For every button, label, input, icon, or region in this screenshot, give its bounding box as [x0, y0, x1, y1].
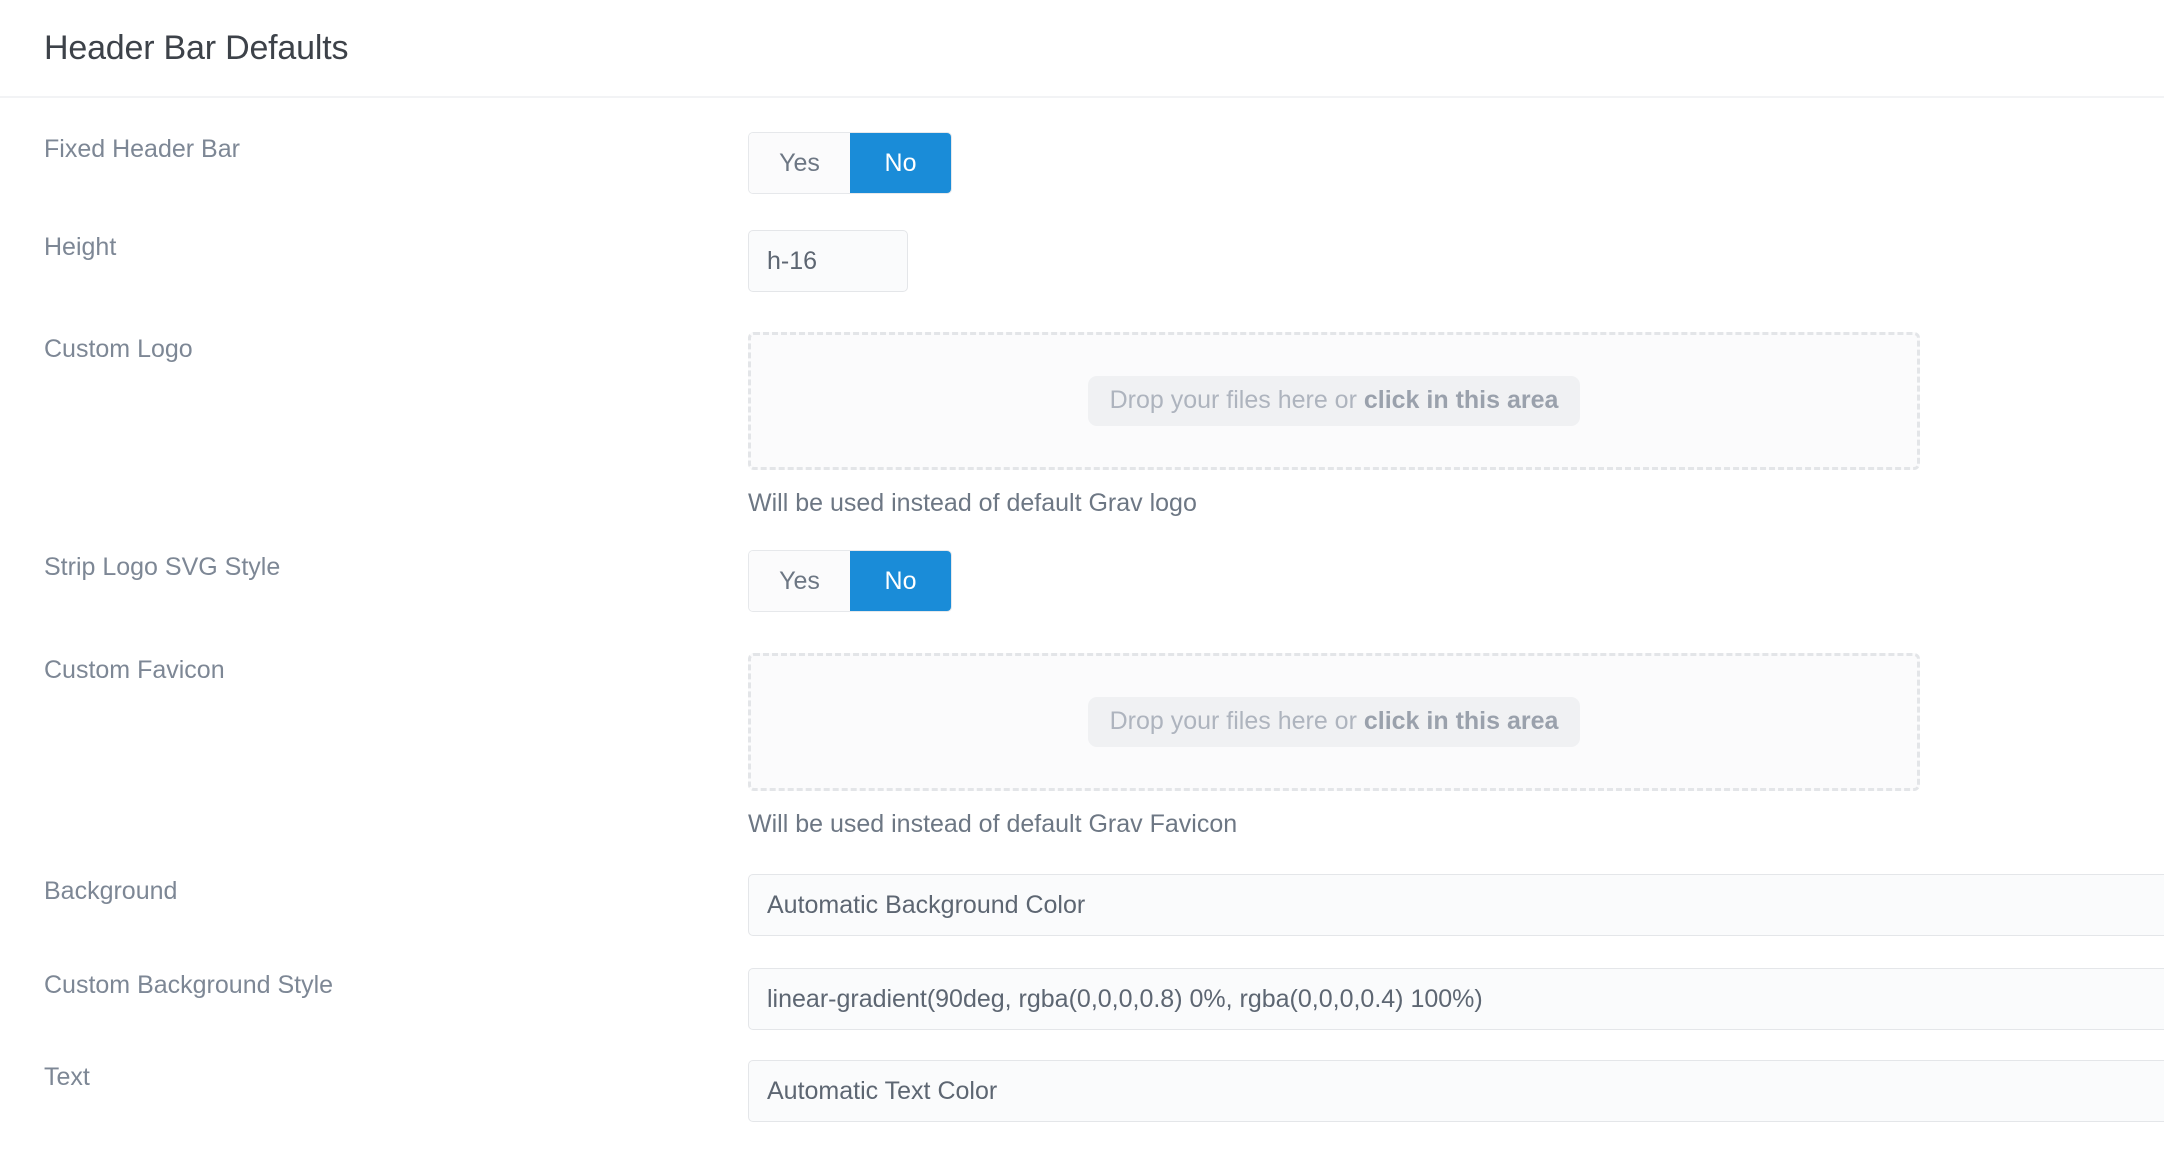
- field-control-height: [748, 230, 2116, 292]
- form-row-custom-favicon: Custom Favicon Drop your files here or c…: [0, 653, 2164, 839]
- field-label-text: Text: [44, 1063, 90, 1091]
- section-header: Header Bar Defaults: [0, 0, 2164, 98]
- form-row-text: Text Automatic Text Color: [0, 1060, 2164, 1122]
- dropzone-prompt-custom-logo: Drop your files here or click in this ar…: [1087, 376, 1581, 426]
- form-row-custom-background-style: Custom Background Style: [0, 968, 2164, 1030]
- toggle-option-no-fixed-header-bar[interactable]: No: [850, 133, 951, 193]
- field-label-custom-favicon: Custom Favicon: [44, 656, 225, 684]
- dropzone-prompt-action[interactable]: click in this area: [1364, 386, 1559, 415]
- field-control-custom-logo: Drop your files here or click in this ar…: [748, 332, 2116, 518]
- help-text-custom-logo: Will be used instead of default Grav log…: [748, 489, 1197, 517]
- dropzone-custom-favicon[interactable]: Drop your files here or click in this ar…: [748, 653, 1920, 791]
- dropzone-prompt-prefix: Drop your files here or: [1109, 707, 1364, 736]
- field-control-custom-favicon: Drop your files here or click in this ar…: [748, 653, 2116, 839]
- settings-form: Fixed Header Bar Yes No Height Custom Lo…: [0, 132, 2164, 1122]
- select-background[interactable]: Automatic Background Color: [748, 874, 2164, 936]
- field-label-height: Height: [44, 233, 117, 261]
- field-label-strip-logo-svg-style: Strip Logo SVG Style: [44, 553, 281, 581]
- form-row-fixed-header-bar: Fixed Header Bar Yes No: [0, 132, 2164, 194]
- field-label-custom-background-style: Custom Background Style: [44, 971, 334, 999]
- toggle-option-yes-strip-logo-svg-style[interactable]: Yes: [749, 551, 850, 611]
- form-row-height: Height: [0, 230, 2164, 292]
- select-value-text: Automatic Text Color: [767, 1076, 998, 1105]
- field-control-strip-logo-svg-style: Yes No: [748, 550, 2116, 612]
- page-title: Header Bar Defaults: [44, 29, 349, 67]
- toggle-option-no-strip-logo-svg-style[interactable]: No: [850, 551, 951, 611]
- field-control-fixed-header-bar: Yes No: [748, 132, 2116, 194]
- field-control-text: Automatic Text Color: [748, 1060, 2164, 1122]
- field-label-fixed-header-bar: Fixed Header Bar: [44, 135, 240, 163]
- toggle-fixed-header-bar[interactable]: Yes No: [748, 132, 952, 194]
- field-control-background: Automatic Background Color: [748, 874, 2164, 936]
- select-text[interactable]: Automatic Text Color: [748, 1060, 2164, 1122]
- form-row-strip-logo-svg-style: Strip Logo SVG Style Yes No: [0, 550, 2164, 612]
- form-row-custom-logo: Custom Logo Drop your files here or clic…: [0, 332, 2164, 518]
- toggle-strip-logo-svg-style[interactable]: Yes No: [748, 550, 952, 612]
- dropzone-custom-logo[interactable]: Drop your files here or click in this ar…: [748, 332, 1920, 470]
- help-text-custom-favicon: Will be used instead of default Grav Fav…: [748, 810, 1238, 838]
- select-wrap-background: Automatic Background Color: [748, 874, 2164, 936]
- select-wrap-text: Automatic Text Color: [748, 1060, 2164, 1122]
- field-label-custom-logo: Custom Logo: [44, 335, 193, 363]
- field-label-background: Background: [44, 877, 178, 905]
- select-value-background: Automatic Background Color: [767, 890, 1086, 919]
- dropzone-prompt-prefix: Drop your files here or: [1109, 386, 1364, 415]
- custom-background-style-input[interactable]: [748, 968, 2164, 1030]
- toggle-option-yes-fixed-header-bar[interactable]: Yes: [749, 133, 850, 193]
- field-control-custom-background-style: [748, 968, 2164, 1030]
- header-bar-defaults-page: Header Bar Defaults Fixed Header Bar Yes…: [0, 0, 2164, 1172]
- dropzone-prompt-custom-favicon: Drop your files here or click in this ar…: [1087, 697, 1581, 747]
- form-row-background: Background Automatic Background Color: [0, 874, 2164, 936]
- dropzone-prompt-action[interactable]: click in this area: [1364, 707, 1559, 736]
- height-input[interactable]: [748, 230, 908, 292]
